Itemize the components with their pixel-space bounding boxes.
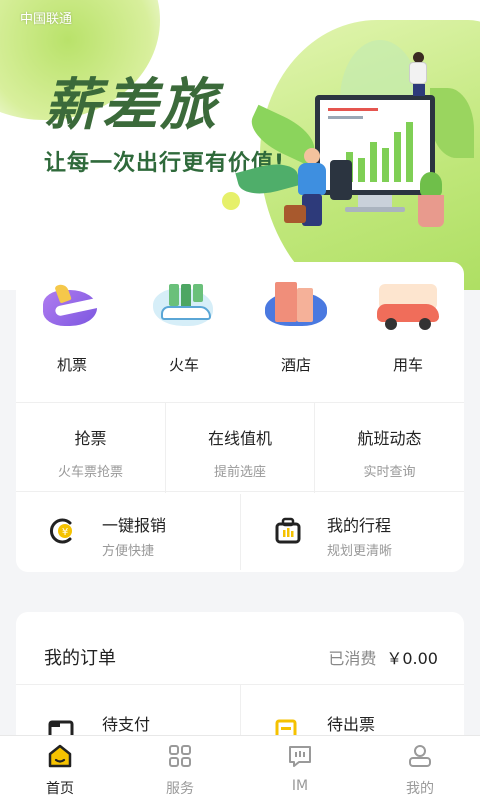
tab-label: IM [291, 778, 309, 794]
category-label: 机票 [56, 356, 87, 374]
quick-service-title: 航班动态 [357, 429, 422, 448]
quick-service-subtitle: 火车票抢票 [57, 465, 123, 480]
category-hotel[interactable]: 酒店 [240, 282, 352, 382]
category-car[interactable]: 用车 [352, 282, 464, 382]
quick-service-title: 在线值机 [207, 429, 272, 448]
spent-amount: ￥0.00 [386, 649, 438, 668]
quick-service-title: 抢票 [74, 429, 107, 448]
tab-label: 首页 [46, 781, 74, 797]
category-train[interactable]: 火车 [128, 282, 240, 382]
order-item-label: 待支付 [102, 715, 151, 734]
plane-icon [37, 282, 107, 332]
plant-illustration [420, 172, 442, 196]
orders-title[interactable]: 我的订单 [44, 644, 116, 670]
tab-im[interactable]: IM [240, 736, 360, 800]
tab-services[interactable]: 服务 [120, 736, 240, 800]
hotel-icon [261, 282, 331, 332]
train-icon [149, 282, 219, 332]
quick-service-ticket-grab[interactable]: 抢票 火车票抢票 [16, 403, 165, 493]
profile-icon [409, 745, 431, 767]
order-item-label: 待出票 [327, 715, 376, 734]
tab-label: 我的 [406, 781, 434, 797]
quick-service-checkin[interactable]: 在线值机 提前选座 [165, 403, 314, 493]
feature-reimburse[interactable]: ¥ 一键报销 方便快捷 [16, 494, 240, 570]
worker-illustration [407, 52, 429, 96]
spent-label: 已消费 [328, 649, 377, 668]
quick-service-subtitle: 实时查询 [363, 465, 416, 480]
feature-subtitle: 方便快捷 [102, 544, 155, 559]
quick-services-row: 抢票 火车票抢票 在线值机 提前选座 航班动态 实时查询 [16, 402, 464, 493]
home-icon [48, 744, 72, 768]
reimburse-icon: ¥ [50, 518, 72, 544]
tab-home[interactable]: 首页 [0, 736, 120, 800]
chat-icon [289, 746, 311, 767]
category-label: 火车 [168, 356, 199, 374]
briefcase-illustration [284, 205, 306, 223]
feature-title: 一键报销 [102, 516, 167, 535]
status-carrier: 中国联通 [20, 12, 73, 27]
services-icon [169, 745, 191, 767]
sun-shape [222, 192, 240, 210]
bottom-tab-bar: 首页 服务 IM 我的 [0, 735, 480, 800]
category-label: 酒店 [280, 356, 311, 374]
tab-profile[interactable]: 我的 [360, 736, 480, 800]
car-icon [373, 282, 443, 332]
services-card: 机票 火车 酒店 用车 抢票 火车票抢票 在线值机 提前选座 航班动态 实时查询… [16, 262, 464, 572]
features-row: ¥ 一键报销 方便快捷 我的行程 规划更清晰 [16, 494, 464, 570]
feature-subtitle: 规划更清晰 [327, 544, 393, 559]
orders-spent: 已消费 ￥0.00 [328, 645, 438, 669]
quick-service-subtitle: 提前选座 [213, 465, 266, 480]
tab-label: 服务 [166, 781, 194, 797]
brand-logo-text: 薪差旅 [44, 72, 218, 138]
itinerary-icon [275, 517, 301, 544]
phone-illustration [330, 160, 352, 200]
feature-title: 我的行程 [327, 516, 392, 535]
hero-banner[interactable]: 中国联通 薪差旅 让每一次出行更有价值! [0, 0, 480, 290]
category-flight[interactable]: 机票 [16, 282, 128, 382]
quick-service-flight-status[interactable]: 航班动态 实时查询 [314, 403, 464, 493]
feature-itinerary[interactable]: 我的行程 规划更清晰 [240, 494, 464, 570]
category-label: 用车 [392, 356, 423, 374]
svg-text:¥: ¥ [62, 527, 68, 538]
